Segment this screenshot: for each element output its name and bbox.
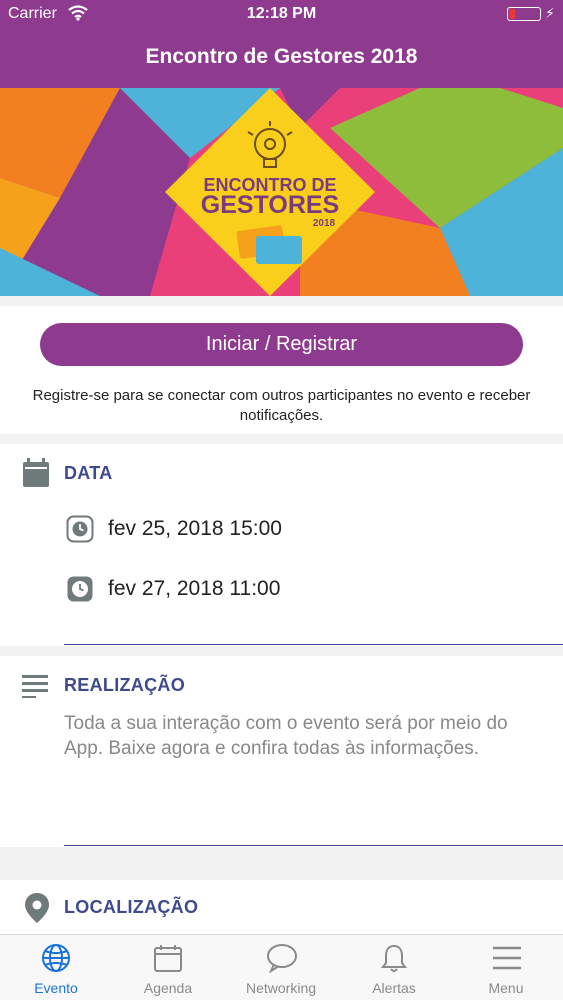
section-divider (64, 845, 563, 846)
tab-label: Menu (488, 980, 524, 996)
chat-bubble-icon (266, 943, 297, 974)
battery-fill (509, 9, 516, 19)
bell-icon (379, 943, 409, 973)
tab-agenda[interactable]: Agenda (112, 935, 224, 1000)
map-pin-icon (24, 892, 50, 929)
calendar-icon (22, 458, 50, 493)
tab-alertas[interactable]: Alertas (338, 935, 450, 1000)
location-section: LOCALIZAÇÃO (0, 880, 563, 934)
globe-icon (41, 943, 71, 973)
date-section-title: DATA (64, 463, 113, 483)
page-title: Encontro de Gestores 2018 (145, 45, 418, 68)
tab-evento[interactable]: Evento (0, 935, 112, 1000)
banner-year: 2018 (313, 218, 336, 229)
tab-label: Agenda (143, 980, 193, 996)
navigation-bar: Encontro de Gestores 2018 (0, 28, 563, 88)
clock-icon (66, 515, 94, 548)
register-button[interactable]: Iniciar / Registrar (40, 323, 523, 366)
text-lines-icon (22, 674, 50, 703)
lightbulb-icon (247, 121, 293, 168)
date-section: DATA fev 25, 2018 15:00 fev 27, 2018 11:… (0, 444, 563, 646)
tab-label: Networking (245, 980, 317, 996)
end-date: fev 27, 2018 11:00 (108, 577, 281, 600)
tab-label: Evento (34, 980, 78, 996)
calendar-icon (153, 943, 183, 973)
charging-bolt-icon: ⚡ (545, 5, 555, 21)
tab-bar: Evento Agenda Networking Alertas Menu (0, 934, 563, 1000)
banner-line2: GESTORES (201, 191, 339, 219)
hamburger-menu-icon (491, 943, 521, 973)
battery-icon (507, 7, 541, 21)
organizer-section-title: REALIZAÇÃO (64, 675, 185, 695)
section-divider (64, 644, 563, 645)
location-section-title: LOCALIZAÇÃO (64, 897, 199, 917)
event-banner: ENCONTRO DE GESTORES 2018 (0, 88, 563, 296)
clock-time: 12:18 PM (246, 5, 317, 22)
organizer-description: Toda a sua interação com o evento será p… (64, 713, 508, 759)
tab-networking[interactable]: Networking (225, 935, 337, 1000)
start-date: fev 25, 2018 15:00 (108, 517, 282, 540)
organizer-section: REALIZAÇÃO Toda a sua interação com o ev… (0, 656, 563, 847)
tab-label: Alertas (372, 980, 416, 996)
tab-menu[interactable]: Menu (450, 935, 562, 1000)
status-bar: Carrier 12:18 PM ⚡ (0, 0, 563, 28)
clock-icon (66, 575, 94, 608)
register-section: Iniciar / Registrar Registre-se para se … (0, 306, 563, 434)
register-description: Registre-se para se conectar com outros … (32, 387, 531, 424)
payment-cards-image (236, 225, 302, 264)
